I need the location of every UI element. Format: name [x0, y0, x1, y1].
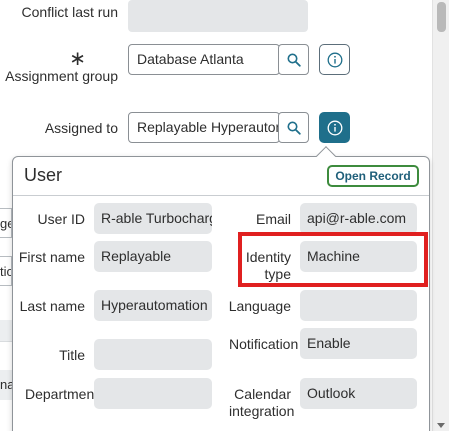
assignment-group-info-button[interactable]: [319, 44, 350, 75]
email-field: api@r-able.com: [300, 203, 417, 234]
assignment-group-label: ∗ Assignment group: [0, 48, 118, 85]
open-record-button[interactable]: Open Record: [327, 165, 419, 187]
assignment-group-input[interactable]: Database Atlanta: [128, 44, 280, 75]
conflict-last-run-field: [128, 0, 308, 32]
notification-label: Notification: [229, 336, 299, 352]
language-field: [300, 290, 417, 321]
popover-header: User Open Record: [13, 157, 429, 196]
calendar-integration-label: Calendar integration: [229, 386, 295, 419]
assigned-to-label: Assigned to: [44, 120, 118, 136]
calendar-integration-field: Outlook: [300, 378, 417, 409]
conflict-last-run-label: Conflict last run: [21, 4, 118, 20]
title-field: [94, 339, 212, 370]
title-label: Title: [59, 347, 85, 363]
assigned-to-input[interactable]: Replayable Hyperautomation: [128, 112, 280, 143]
left-clipped-field-2: tio: [0, 256, 12, 286]
user-id-label: User ID: [37, 211, 85, 227]
info-icon: [327, 120, 343, 136]
assigned-to-info-button[interactable]: [319, 112, 350, 143]
vertical-scrollbar[interactable]: [432, 0, 449, 431]
info-icon: [327, 52, 343, 68]
first-name-label: First name: [18, 249, 85, 265]
last-name-label: Last name: [19, 298, 85, 314]
assigned-to-lookup-button[interactable]: [278, 112, 309, 143]
left-clipped-field-1: ge: [0, 208, 12, 238]
required-marker: ∗: [69, 48, 86, 70]
assignment-group-lookup-button[interactable]: [278, 44, 309, 75]
identity-type-highlight: [238, 232, 428, 287]
language-label: Language: [228, 298, 291, 314]
first-name-field: Replayable: [94, 241, 212, 272]
department-label: Department: [25, 386, 99, 402]
email-label: Email: [255, 211, 291, 227]
left-clipped-divider: [0, 320, 12, 342]
scrollbar-thumb[interactable]: [437, 2, 446, 32]
left-clipped-field-3: nat: [0, 370, 12, 400]
notification-field: Enable: [300, 328, 417, 359]
department-field: [94, 378, 212, 409]
popover-title: User: [24, 165, 63, 185]
scroll-down-arrow-icon[interactable]: [437, 423, 445, 428]
last-name-field: Hyperautomation: [94, 290, 212, 321]
search-icon: [287, 121, 301, 135]
user-id-field: R-able Turbocharger: [94, 203, 212, 234]
search-icon: [287, 53, 301, 67]
user-preview-popover: User Open Record User ID R-able Turbocha…: [12, 156, 430, 431]
